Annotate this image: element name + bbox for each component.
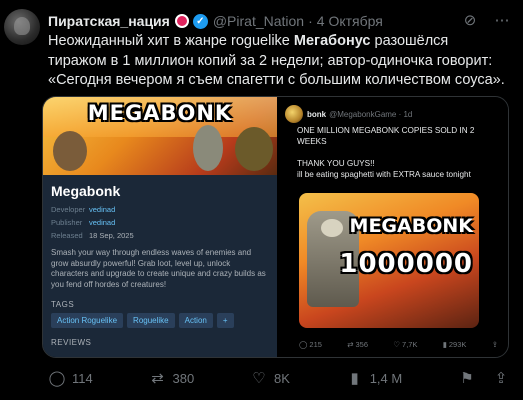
action-bar: ◯ 114 ⇄ 380 ♡ 8K ▮ 1,4 M ⚑ ⇪ [48, 369, 510, 387]
meta-key: Developer [51, 205, 86, 214]
quoted-line: ONE MILLION MEGABONK COPIES SOLD IN 2 WE… [297, 126, 475, 146]
author-avatar[interactable] [4, 9, 40, 45]
publisher-link[interactable]: vedinad [89, 218, 115, 227]
like-button[interactable]: ♡ 8K [250, 369, 290, 387]
bookmark-icon: ⚑ [460, 370, 474, 387]
meta-key: Released [51, 231, 83, 240]
author-name[interactable]: Пиратская_нация [48, 13, 170, 29]
developer-link[interactable]: vedinad [89, 205, 115, 214]
post-text-prefix: Неожиданный хит в жанре roguelike [48, 33, 294, 49]
quoted-image: MEGABONK 1000000 [299, 193, 479, 328]
game-description: Smash your way through endless waves of … [51, 248, 266, 289]
meta-developer: Developer vedinad [51, 205, 269, 214]
quoted-handle: @MegabonkGame · 1d [329, 109, 413, 119]
media-card[interactable]: MEGABONK Megabonk Developer vedinad Publ… [42, 96, 509, 358]
quoted-image-title: MEGABONK [349, 215, 473, 237]
verified-icon: ✓ [192, 13, 208, 29]
repost-count: 380 [172, 370, 195, 386]
post-text: Неожиданный хит в жанре roguelike Мегабо… [48, 32, 510, 91]
tag-item[interactable]: Action Roguelike [51, 313, 124, 328]
heart-icon: ♡ [252, 370, 266, 387]
meta-key: Publisher [51, 218, 83, 227]
post-text-bold: Мегабонус [293, 33, 371, 49]
post-header: Пиратская_нация ✓ @Pirat_Nation · 4 Октя… [48, 11, 383, 31]
tag-list: Action Roguelike Roguelike Action + [51, 313, 269, 328]
share-icon: ⇪ [491, 340, 498, 349]
tag-more-button[interactable]: + [216, 313, 234, 328]
quoted-post[interactable]: bonk @MegabonkGame · 1d ONE MILLION MEGA… [277, 97, 508, 357]
quoted-line: ill be eating spaghetti with EXTRA sauce… [297, 170, 471, 179]
heart-icon: ♡ [393, 340, 401, 349]
quoted-replies: ◯ 215 [299, 340, 322, 349]
meta-publisher: Publisher vedinad [51, 218, 269, 227]
reply-button[interactable]: ◯ 114 [48, 369, 93, 387]
capsule-image: MEGABONK [43, 97, 277, 175]
more-icon[interactable]: ⋯ [493, 11, 511, 29]
reply-icon: ◯ [48, 370, 66, 387]
separator: · [308, 13, 313, 29]
quoted-views: ▮ 293K [442, 340, 467, 349]
views-icon: ▮ [442, 340, 447, 349]
views-button[interactable]: ▮ 1,4 M [346, 369, 403, 387]
reviews-heading: REVIEWS [51, 338, 92, 347]
quoted-image-number: 1000000 [339, 249, 473, 279]
quoted-share: ⇪ [492, 340, 500, 349]
share-button[interactable]: ⇪ [492, 369, 510, 387]
tags-heading: TAGS [51, 300, 75, 309]
views-icon: ▮ [350, 370, 359, 387]
steam-store-panel[interactable]: MEGABONK Megabonk Developer vedinad Publ… [43, 97, 277, 357]
quoted-likes: ♡ 7,7K [393, 340, 418, 349]
author-handle[interactable]: @Pirat_Nation [213, 13, 304, 29]
release-date: 18 Sep, 2025 [89, 231, 134, 240]
share-icon: ⇪ [494, 370, 508, 387]
quoted-stats: ◯ 215 ⇄ 356 ♡ 7,7K ▮ 293K ⇪ [299, 340, 500, 349]
quoted-line: THANK YOU GUYS!! [297, 159, 375, 168]
reply-count: 114 [72, 370, 93, 386]
grok-icon[interactable]: ⊘ [461, 11, 479, 29]
reply-icon: ◯ [299, 340, 308, 349]
like-count: 8K [274, 370, 290, 386]
repost-icon: ⇄ [347, 340, 354, 349]
bookmark-button[interactable]: ⚑ [458, 369, 476, 387]
quoted-name: bonk [307, 109, 327, 119]
meta-released: Released 18 Sep, 2025 [51, 231, 269, 240]
quoted-text: ONE MILLION MEGABONK COPIES SOLD IN 2 WE… [297, 125, 500, 180]
capsule-logo: MEGABONK [87, 101, 233, 125]
action-bar-right: ⚑ ⇪ [458, 369, 510, 387]
badge-icon [174, 14, 189, 28]
header-icons: ⊘ ⋯ [461, 11, 511, 29]
game-title: Megabonk [51, 183, 121, 199]
quoted-reposts: ⇄ 356 [347, 340, 369, 349]
repost-button[interactable]: ⇄ 380 [149, 369, 195, 387]
repost-icon: ⇄ [151, 370, 164, 387]
post-date[interactable]: 4 Октября [317, 13, 383, 29]
quoted-avatar [285, 105, 303, 123]
tag-item[interactable]: Action [178, 313, 213, 328]
view-count: 1,4 M [369, 370, 403, 386]
tag-item[interactable]: Roguelike [127, 313, 175, 328]
